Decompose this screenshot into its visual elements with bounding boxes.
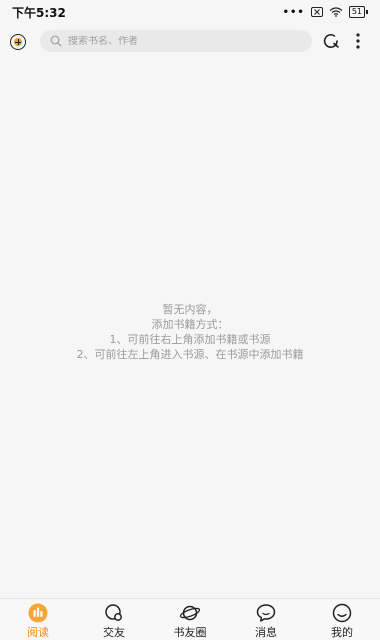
search-bar[interactable] [40,30,312,52]
empty-state-line: 暂无内容， [162,303,218,316]
status-icons: ••• 51 [283,6,368,18]
nav-item-friends[interactable]: 交友 [84,603,144,640]
battery-icon: 51 [348,6,368,18]
message-icon [255,603,277,623]
more-vertical-icon[interactable] [355,33,361,49]
battery-level: 51 [348,6,365,18]
empty-state: 暂无内容， 添加书籍方式： 1、可前往右上角添加书籍或书源 2、可前往左上角进入… [0,302,380,362]
nav-item-profile[interactable]: 我的 [312,603,372,640]
notification-dots: ••• [282,6,305,18]
status-bar: 下午5:32 ••• 51 [0,0,380,24]
read-icon [27,603,49,623]
nav-label: 书友圈 [173,626,207,639]
nav-item-read[interactable]: 阅读 [8,603,68,640]
nav-item-circle[interactable]: 书友圈 [160,603,220,640]
screen: 下午5:32 ••• 51 搜索书名、作者 暂无内容， 添加书籍方式： 1、可前… [0,0,380,640]
wifi-icon [329,7,343,17]
chat-refresh-icon[interactable] [322,33,340,49]
search-input[interactable] [68,35,288,47]
nav-item-messages[interactable]: 消息 [236,603,296,640]
search-icon [50,35,62,47]
empty-state-line: 1、可前往右上角添加书籍或书源 [109,333,271,346]
sim-off-icon [310,7,323,17]
empty-state-line: 添加书籍方式： [151,318,229,331]
nav-label: 我的 [331,626,353,639]
nav-label: 阅读 [27,626,49,639]
empty-state-line: 2、可前往左上角进入书源、在书源中添加书籍 [76,348,304,361]
profile-icon [331,603,353,623]
add-source-icon[interactable] [10,34,26,50]
status-time: 下午5:32 [12,5,66,20]
bottom-nav: 阅读 交友 书友圈 消息 我的 [0,598,380,640]
planet-icon [179,603,201,623]
nav-label: 交友 [103,626,125,639]
friends-icon [103,603,125,623]
nav-label: 消息 [255,626,277,639]
top-bar [0,28,380,54]
